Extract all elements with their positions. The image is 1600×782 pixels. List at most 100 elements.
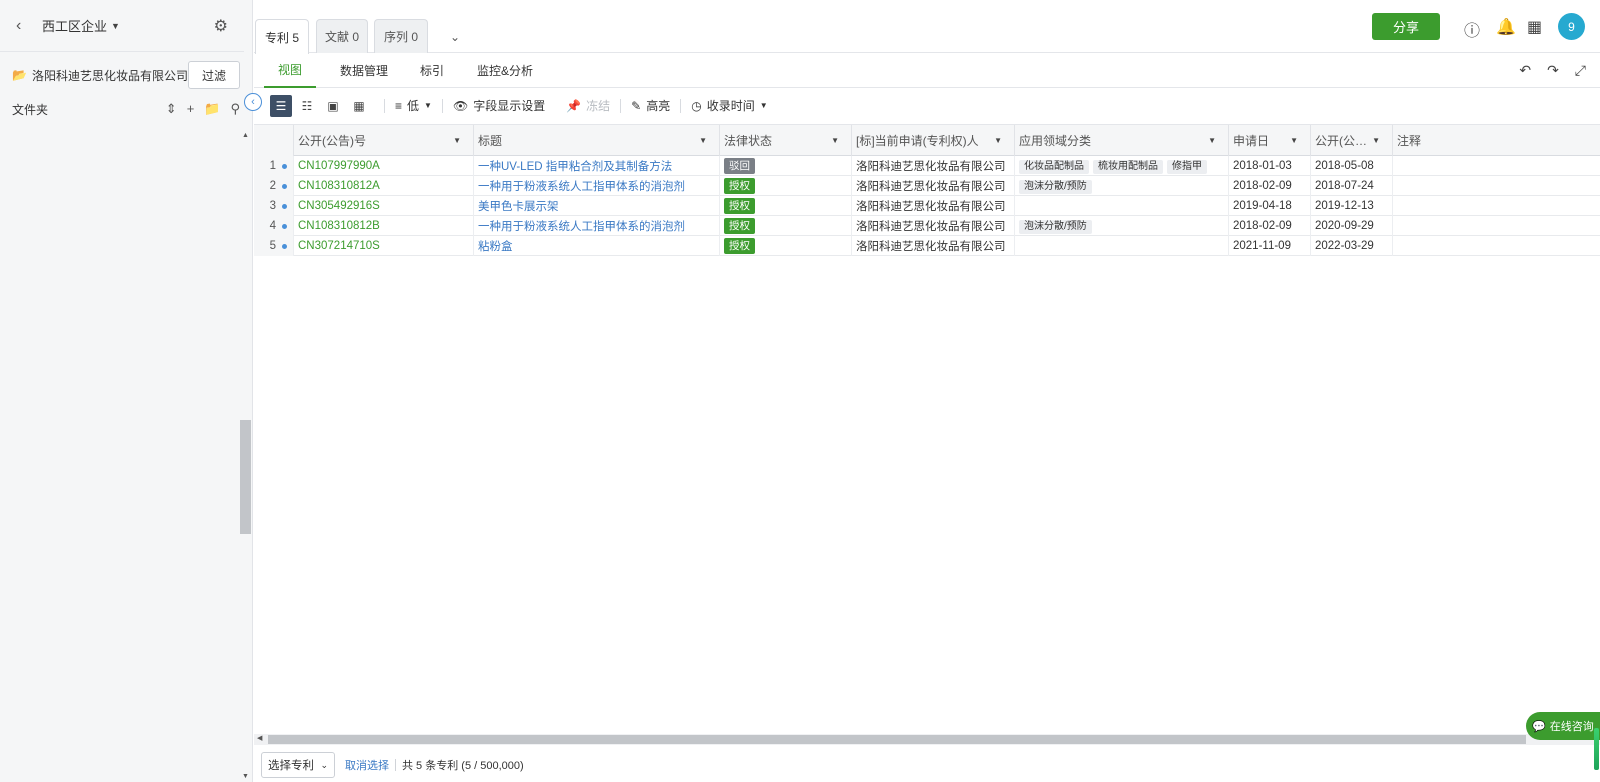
collapse-sidebar-icon[interactable]: ‹ xyxy=(244,93,262,111)
company-row[interactable]: 📂 洛阳科迪艺思化妆品有限公司 过滤 xyxy=(0,52,252,98)
image-view-icon[interactable]: ▣ xyxy=(322,95,344,117)
notes-cell[interactable] xyxy=(1393,236,1600,256)
freeze-button[interactable]: 📌 冻结 xyxy=(566,97,610,114)
sort-icon[interactable]: ⇕ xyxy=(166,101,177,117)
patent-table: 公开(公告)号 ▼ 标题 ▼ 法律状态 ▼ [标]当前申请(专利权)人 ▼ 应用领域分类… xyxy=(254,124,1600,736)
sidebar-scrollbar[interactable]: ▲ ▼ xyxy=(240,130,251,782)
consult-indicator xyxy=(1594,728,1599,770)
redo-icon[interactable]: ↷ xyxy=(1547,62,1559,79)
table-row[interactable]: 2 CN108310812A 一种用于粉液系统人工指甲体系的消泡剂 授权 洛阳科迪艺思化… xyxy=(254,176,1600,196)
chevron-down-icon[interactable]: ⌄ xyxy=(450,30,460,44)
bell-icon[interactable]: 🔔 xyxy=(1496,17,1516,37)
scroll-up-icon[interactable]: ▲ xyxy=(242,132,249,139)
caret-down-icon[interactable]: ▼ xyxy=(994,136,1002,145)
back-icon[interactable]: ‹ xyxy=(16,17,36,35)
share-button[interactable]: 分享 xyxy=(1372,13,1440,40)
patent-title-link[interactable]: 粘粉盒 xyxy=(474,236,720,256)
caret-down-icon[interactable]: ▼ xyxy=(699,136,707,145)
list-view-icon[interactable]: ☰ xyxy=(270,94,292,117)
top-bar: 专利 5 文献 0 序列 0 ⌄ 分享 ⓘ 🔔 ▦ 9 xyxy=(254,0,1600,54)
row-number: 3 xyxy=(269,200,276,212)
undo-icon[interactable]: ↶ xyxy=(1519,62,1531,79)
caret-down-icon[interactable]: ▼ xyxy=(831,136,839,145)
row-index[interactable]: 2 xyxy=(254,176,294,196)
subnav-data-management[interactable]: 数据管理 xyxy=(340,53,388,88)
table-row[interactable]: 5 CN307214710S 粘粉盒 授权 洛阳科迪艺思化妆品有限公司 2021-11-0… xyxy=(254,236,1600,256)
tab-literature[interactable]: 文献 0 xyxy=(316,19,368,53)
field-display-settings-button[interactable]: 👁 字段显示设置 xyxy=(453,97,545,114)
chat-icon: 💬 xyxy=(1532,720,1546,733)
scrollbar-thumb[interactable] xyxy=(240,420,251,534)
caret-down-icon[interactable]: ▼ xyxy=(1372,136,1380,145)
caret-down-icon[interactable]: ▼ xyxy=(453,136,461,145)
status-badge: 驳回 xyxy=(724,158,755,174)
publication-number-link[interactable]: CN305492916S xyxy=(294,196,474,216)
header-application-date[interactable]: 申请日 ▼ xyxy=(1229,125,1311,156)
folder-settings-icon[interactable]: 📁 xyxy=(204,101,220,117)
density-dropdown[interactable]: ≡ 低 ▼ xyxy=(395,97,432,114)
patent-title-link[interactable]: 美甲色卡展示架 xyxy=(474,196,720,216)
workspace-selector[interactable]: 西工区企业 ▼ xyxy=(42,16,120,35)
legal-status-cell: 授权 xyxy=(720,236,852,256)
select-patent-dropdown[interactable]: 选择专利 ⌄ xyxy=(261,752,335,778)
row-index[interactable]: 5 xyxy=(254,236,294,256)
tab-patents[interactable]: 专利 5 xyxy=(255,19,309,54)
gear-icon[interactable]: ⚙ xyxy=(214,16,228,36)
subnav-view[interactable]: 视图 xyxy=(264,53,317,88)
detail-view-icon[interactable]: ☷ xyxy=(296,95,318,117)
table-row[interactable]: 4 CN108310812B 一种用于粉液系统人工指甲体系的消泡剂 授权 洛阳科迪艺思化… xyxy=(254,216,1600,236)
notes-cell[interactable] xyxy=(1393,176,1600,196)
avatar[interactable]: 9 xyxy=(1558,13,1585,40)
online-consult-button[interactable]: 💬 在线咨询 xyxy=(1526,712,1600,740)
row-dot-icon xyxy=(282,163,287,169)
tab-label: 文献 0 xyxy=(324,30,359,44)
publication-number-link[interactable]: CN107997990A xyxy=(294,156,474,176)
folder-label: 文件夹 xyxy=(12,102,49,117)
header-publication-number[interactable]: 公开(公告)号 ▼ xyxy=(294,125,474,156)
caret-down-icon[interactable]: ▼ xyxy=(1208,136,1216,145)
header-applicant[interactable]: [标]当前申请(专利权)人 ▼ xyxy=(852,125,1015,156)
caret-down-icon[interactable]: ▼ xyxy=(1290,136,1298,145)
card-view-icon[interactable]: ▦ xyxy=(348,95,370,117)
notes-cell[interactable] xyxy=(1393,196,1600,216)
notes-cell[interactable] xyxy=(1393,216,1600,236)
header-publication-date[interactable]: 公开(公… ▼ xyxy=(1311,125,1393,156)
row-index[interactable]: 4 xyxy=(254,216,294,236)
apps-grid-icon[interactable]: ▦ xyxy=(1527,17,1542,37)
header-notes[interactable]: 注释 xyxy=(1393,125,1600,156)
row-index[interactable]: 1 xyxy=(254,156,294,176)
patent-title-link[interactable]: 一种UV-LED 指甲粘合剂及其制备方法 xyxy=(474,156,720,176)
subnav-monitor-analysis[interactable]: 监控&分析 xyxy=(477,53,533,88)
add-icon[interactable]: + xyxy=(187,101,195,117)
header-legal-status[interactable]: 法律状态 ▼ xyxy=(720,125,852,156)
horizontal-scrollbar[interactable]: ◀ xyxy=(254,734,1600,745)
notes-cell[interactable] xyxy=(1393,156,1600,176)
subnav-indexing[interactable]: 标引 xyxy=(420,53,444,88)
publication-number-link[interactable]: CN108310812A xyxy=(294,176,474,196)
fullscreen-icon[interactable]: ⤢ xyxy=(1575,62,1586,79)
sort-dropdown[interactable]: ◷ 收录时间 ▼ xyxy=(691,97,767,114)
sub-navigation: 视图 数据管理 标引 监控&分析 ↶ ↷ ⤢ xyxy=(254,53,1600,88)
scroll-left-icon[interactable]: ◀ xyxy=(257,734,262,742)
patent-title-link[interactable]: 一种用于粉液系统人工指甲体系的消泡剂 xyxy=(474,176,720,196)
table-row[interactable]: 3 CN305492916S 美甲色卡展示架 授权 洛阳科迪艺思化妆品有限公司 2019-… xyxy=(254,196,1600,216)
scrollbar-thumb[interactable] xyxy=(268,735,1526,744)
patent-title-link[interactable]: 一种用于粉液系统人工指甲体系的消泡剂 xyxy=(474,216,720,236)
tab-sequences[interactable]: 序列 0 xyxy=(374,19,428,53)
row-index[interactable]: 3 xyxy=(254,196,294,216)
publication-number-link[interactable]: CN108310812B xyxy=(294,216,474,236)
status-badge: 授权 xyxy=(724,178,755,194)
filter-button[interactable]: 过滤 xyxy=(188,61,240,89)
header-title[interactable]: 标题 ▼ xyxy=(474,125,720,156)
help-icon[interactable]: ⓘ xyxy=(1464,17,1480,41)
search-icon[interactable]: ⚲ xyxy=(230,101,240,117)
field-settings-label: 字段显示设置 xyxy=(473,99,546,113)
scroll-down-icon[interactable]: ▼ xyxy=(242,773,249,780)
publication-number-link[interactable]: CN307214710S xyxy=(294,236,474,256)
highlight-button[interactable]: ✎ 高亮 xyxy=(631,97,670,114)
column-label: 公开(公告)号 xyxy=(298,134,366,148)
header-application-field[interactable]: 应用领域分类 ▼ xyxy=(1015,125,1229,156)
table-row[interactable]: 1 CN107997990A 一种UV-LED 指甲粘合剂及其制备方法 驳回 洛阳科迪艺… xyxy=(254,156,1600,176)
cancel-selection-link[interactable]: 取消选择 xyxy=(345,757,389,773)
application-date-cell: 2019-04-18 xyxy=(1229,196,1311,216)
